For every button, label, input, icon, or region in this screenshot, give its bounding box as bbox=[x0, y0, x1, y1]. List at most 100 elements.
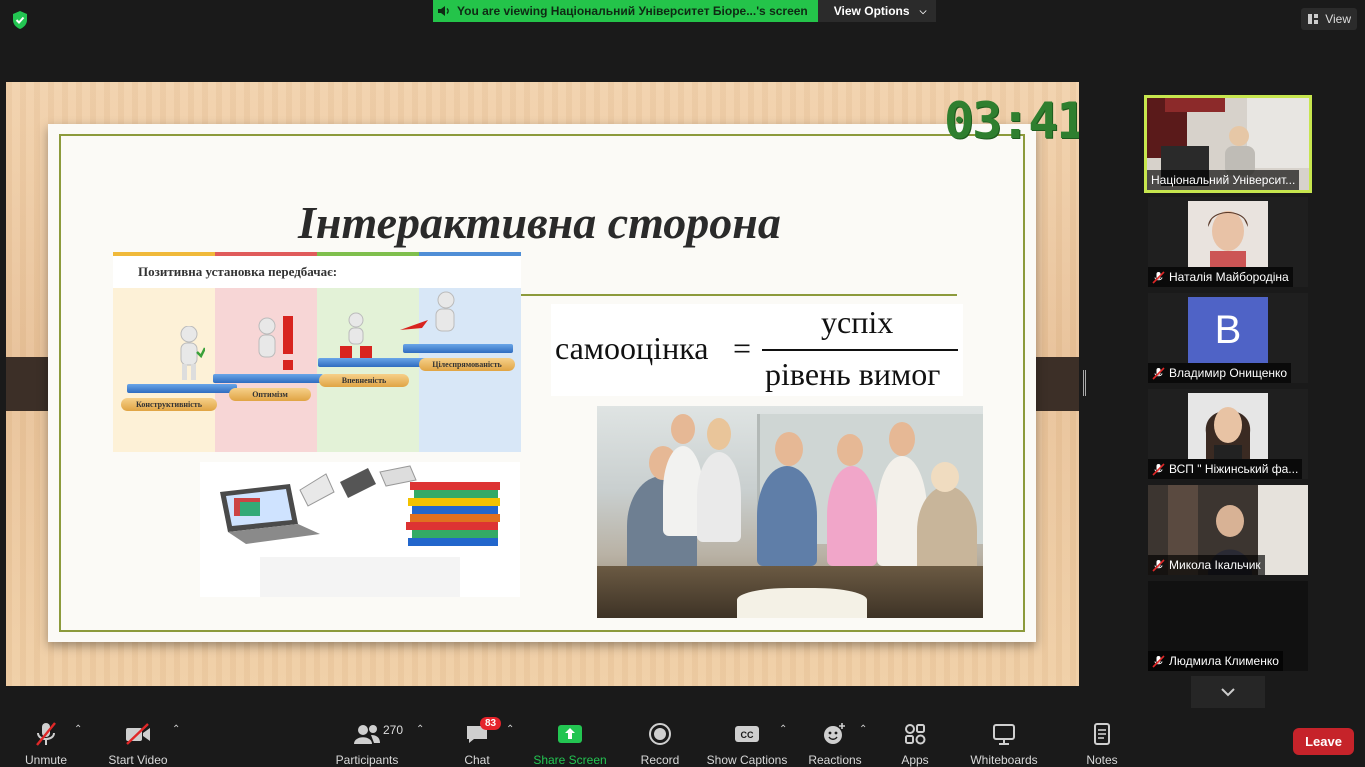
captions-icon: CC bbox=[735, 725, 759, 742]
viewing-banner: You are viewing Національний Університет… bbox=[433, 0, 937, 22]
color-stripes bbox=[113, 252, 521, 256]
student-head bbox=[837, 434, 863, 466]
view-options-button[interactable]: View Options ⌵ bbox=[817, 0, 937, 22]
student-figure bbox=[917, 486, 977, 576]
student-head bbox=[671, 414, 695, 444]
reactions-icon bbox=[824, 722, 845, 744]
svg-text:CC: CC bbox=[741, 730, 754, 740]
meeting-toolbar: Unmute ⌃ Start Video ⌃ Participants 270 … bbox=[0, 710, 1365, 767]
reactions-button[interactable]: Reactions bbox=[807, 710, 863, 767]
splitter-handle[interactable] bbox=[1083, 370, 1086, 396]
participant-photo bbox=[1188, 201, 1268, 267]
mic-muted-icon bbox=[1152, 462, 1165, 476]
step-label-4: Цілеспрямованість bbox=[419, 358, 515, 371]
participant-name-label: Національний Університ... bbox=[1147, 170, 1300, 190]
viewing-text: You are viewing Національний Університет… bbox=[457, 4, 808, 18]
formula-left: самооцінка bbox=[555, 330, 709, 366]
record-label: Record bbox=[640, 753, 680, 767]
notes-button[interactable]: Notes bbox=[1083, 710, 1121, 767]
whiteboard-icon bbox=[993, 723, 1015, 745]
participant-tile[interactable]: Наталія Майбородіна bbox=[1148, 197, 1308, 287]
student-head bbox=[931, 462, 959, 492]
presentation-slide: Інтерактивна сторона Позитивна установка… bbox=[48, 124, 1036, 642]
gallery-scroll-down-button[interactable] bbox=[1191, 676, 1265, 708]
leave-label: Leave bbox=[1305, 734, 1342, 749]
title-underline bbox=[521, 294, 957, 296]
positive-attitude-illustration: Позитивна установка передбачає: Конструк… bbox=[113, 252, 521, 452]
video-options-caret[interactable]: ⌃ bbox=[172, 724, 180, 735]
participant-photo bbox=[1188, 393, 1268, 459]
grid-view-icon bbox=[1308, 14, 1319, 24]
chevron-down-icon bbox=[1221, 688, 1235, 697]
whiteboards-label: Whiteboards bbox=[970, 753, 1038, 767]
participant-tile[interactable]: B Владимир Онищенко bbox=[1148, 293, 1308, 383]
mic-muted-icon bbox=[1152, 366, 1165, 380]
participant-tile[interactable]: ВСП " Ніжинський фа... bbox=[1148, 389, 1308, 479]
whiteboards-button[interactable]: Whiteboards bbox=[967, 710, 1041, 767]
participant-name: Владимир Онищенко bbox=[1169, 366, 1288, 380]
start-video-button[interactable]: Start Video bbox=[106, 710, 170, 767]
notes-label: Notes bbox=[1086, 753, 1118, 767]
participant-name-label: Микола Ікальчик bbox=[1148, 555, 1265, 575]
view-options-label: View Options bbox=[833, 4, 910, 18]
reactions-label: Reactions bbox=[808, 753, 862, 767]
formula-numerator: успіх bbox=[821, 304, 894, 340]
figure-4-icon bbox=[400, 291, 455, 332]
student-figure bbox=[697, 452, 741, 542]
stair-step-2 bbox=[213, 374, 323, 383]
figure-2-icon bbox=[258, 316, 293, 370]
view-button[interactable]: View bbox=[1301, 8, 1357, 30]
chat-options-caret[interactable]: ⌃ bbox=[506, 724, 514, 735]
apps-icon bbox=[905, 723, 926, 744]
shared-screen[interactable]: Інтерактивна сторона Позитивна установка… bbox=[6, 82, 1079, 686]
open-book bbox=[737, 588, 867, 618]
mic-muted-icon bbox=[1152, 558, 1165, 572]
show-captions-label: Show Captions bbox=[706, 753, 788, 767]
notes-icon bbox=[1094, 722, 1110, 745]
unmute-button[interactable]: Unmute bbox=[20, 710, 72, 767]
figure-1-icon bbox=[180, 326, 205, 380]
participants-button[interactable]: Participants bbox=[334, 710, 400, 767]
positive-heading: Позитивна установка передбачає: bbox=[138, 264, 338, 279]
participant-name-label: Наталія Майбородіна bbox=[1148, 267, 1293, 287]
student-figure bbox=[827, 466, 877, 566]
participants-icon bbox=[354, 724, 380, 744]
video-off-icon bbox=[126, 722, 150, 745]
record-button[interactable]: Record bbox=[638, 710, 682, 767]
participant-tile-active[interactable]: Національний Університ... bbox=[1144, 95, 1312, 193]
security-shield-icon[interactable] bbox=[10, 10, 30, 30]
record-icon bbox=[649, 722, 671, 745]
chevron-down-icon: ⌵ bbox=[919, 5, 927, 16]
step-label-2: Оптимізм bbox=[229, 388, 311, 401]
avatar-letter: B bbox=[1214, 307, 1242, 352]
share-screen-button[interactable]: Share Screen bbox=[533, 710, 607, 767]
student-head bbox=[889, 422, 915, 456]
stair-step-1 bbox=[127, 384, 237, 393]
show-captions-button[interactable]: CC Show Captions bbox=[706, 710, 788, 767]
apps-button[interactable]: Apps bbox=[898, 710, 932, 767]
participant-tile[interactable]: Микола Ікальчик bbox=[1148, 485, 1308, 575]
participant-name-label: ВСП " Ніжинський фа... bbox=[1148, 459, 1303, 479]
participants-label: Participants bbox=[335, 753, 399, 767]
figure-3-icon bbox=[340, 312, 372, 358]
unmute-label: Unmute bbox=[24, 753, 68, 767]
zoom-meeting-window: You are viewing Національний Університет… bbox=[0, 0, 1365, 767]
captions-options-caret[interactable]: ⌃ bbox=[779, 724, 787, 735]
participant-name: Людмила Клименко bbox=[1169, 654, 1279, 668]
stair-step-3 bbox=[318, 358, 428, 367]
step-label-1: Конструктивність bbox=[121, 398, 217, 411]
start-video-label: Start Video bbox=[108, 753, 168, 767]
teacher-figure bbox=[757, 466, 817, 566]
chat-unread-badge: 83 bbox=[480, 717, 502, 730]
share-screen-icon bbox=[558, 724, 582, 743]
participants-options-caret[interactable]: ⌃ bbox=[416, 724, 424, 735]
participant-tile[interactable]: Людмила Клименко bbox=[1148, 581, 1308, 671]
laptop-books-image bbox=[220, 465, 500, 597]
participant-name: ВСП " Ніжинський фа... bbox=[1169, 462, 1299, 476]
teacher-head bbox=[775, 432, 803, 466]
reactions-options-caret[interactable]: ⌃ bbox=[859, 724, 867, 735]
participant-avatar: B bbox=[1188, 297, 1268, 363]
laptop-books-illustration bbox=[200, 462, 520, 597]
audio-options-caret[interactable]: ⌃ bbox=[74, 724, 82, 735]
leave-button[interactable]: Leave bbox=[1293, 728, 1354, 755]
